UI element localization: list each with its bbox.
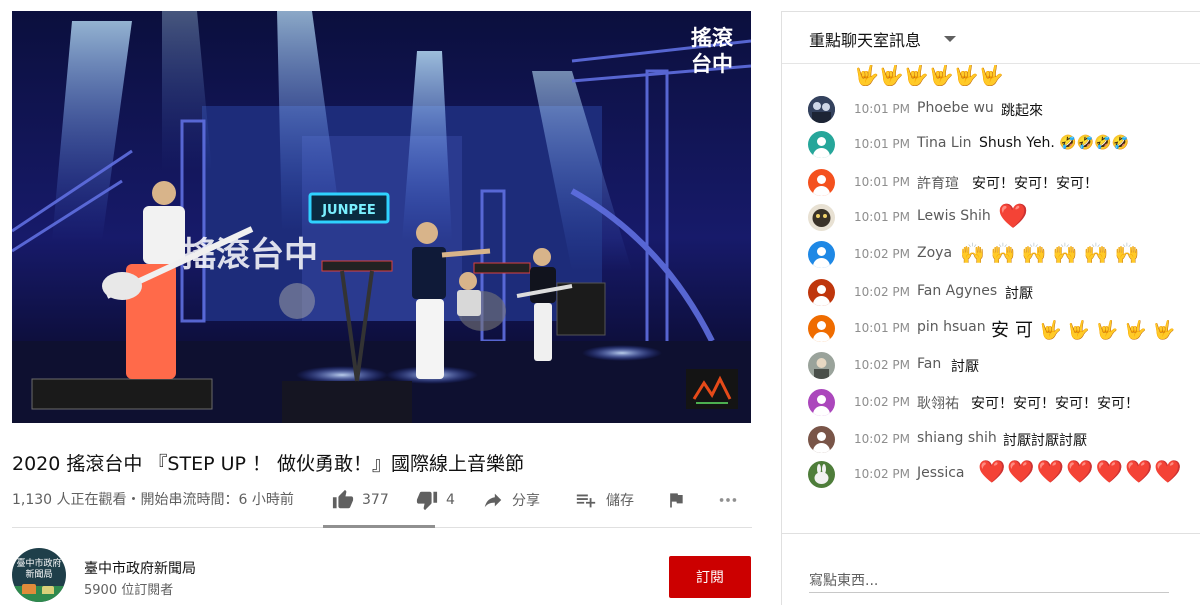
chat-author[interactable]: Lewis Shih <box>917 208 991 224</box>
chat-author[interactable]: 許育瑄 <box>917 173 959 193</box>
chat-avatar <box>808 241 835 268</box>
chat-author[interactable]: Phoebe wu <box>917 100 994 116</box>
chat-timestamp: 10:02 PM <box>854 247 910 261</box>
chat-avatar <box>808 96 835 123</box>
video-player[interactable]: JUNPEE 搖滾台中 搖滾 台中 <box>12 11 751 423</box>
chat-author[interactable]: shiang shih <box>917 430 997 446</box>
concert-stage-frame: JUNPEE 搖滾台中 搖滾 台中 <box>12 11 751 423</box>
city-government-logo <box>686 369 738 409</box>
channel-avatar-text-line1: 臺中市政府 <box>16 559 62 569</box>
chat-author[interactable]: Tina Lin <box>917 135 971 151</box>
chat-message-text: 討厭討厭討厭 <box>1003 433 1087 449</box>
video-meta-row: 1,130 人正在觀看・開始串流時間：6 小時前 377 4 分享 儲存 <box>12 487 752 513</box>
chat-timestamp: 10:02 PM <box>854 467 910 481</box>
chat-author[interactable]: pin hsuan <box>917 319 986 335</box>
festival-logo-line1: 搖滾 <box>691 26 734 50</box>
chat-message-text: 討厭 <box>951 359 979 375</box>
chat-message-text: 安可！安可！安可！ <box>972 176 1098 192</box>
dislike-count: 4 <box>446 492 455 508</box>
festival-logo-line2: 台中 <box>691 52 733 76</box>
channel-name[interactable]: 臺中市政府新聞局 <box>84 558 196 578</box>
chat-author[interactable]: Jessica <box>917 465 965 481</box>
share-button[interactable]: 分享 <box>482 487 540 513</box>
chat-message-text: 安可🤟🤟🤟🤟🤟 <box>991 320 1182 341</box>
chat-timestamp: 10:02 PM <box>854 285 910 299</box>
stage-sign-text: JUNPEE <box>321 203 376 218</box>
chat-author[interactable]: Fan Agynes <box>917 283 997 299</box>
chat-avatar <box>808 279 835 306</box>
chat-timestamp: 10:01 PM <box>854 102 910 116</box>
video-title: 2020 搖滾台中 『STEP UP ！ 做伙勇敢！』國際線上音樂節 <box>12 453 525 475</box>
chat-author[interactable]: Zoya <box>917 245 952 261</box>
chat-message-text: 🤟🤟🤟🤟🤟🤟 <box>854 65 1004 87</box>
save-playlist-icon <box>574 489 598 511</box>
subscriber-count: 5900 位訂閱者 <box>84 583 174 598</box>
report-button[interactable] <box>666 487 686 513</box>
chat-message-text: 🙌🙌🙌🙌🙌🙌 <box>960 241 1146 265</box>
like-ratio-bar <box>323 525 435 528</box>
chat-avatar <box>808 389 835 416</box>
chat-avatar <box>808 131 835 158</box>
chat-messages[interactable]: 🤟🤟🤟🤟🤟🤟 10:01 PM Phoebe wu 跳起來 10:01 PM T… <box>782 65 1200 533</box>
like-icon <box>332 489 354 511</box>
chat-avatar <box>808 426 835 453</box>
channel-avatar[interactable]: 臺中市政府 新聞局 <box>12 548 66 602</box>
chat-author[interactable]: Fan <box>917 356 941 372</box>
share-label: 分享 <box>512 493 540 509</box>
chat-avatar <box>808 352 835 379</box>
chat-timestamp: 10:02 PM <box>854 395 910 409</box>
save-button[interactable]: 儲存 <box>574 487 634 513</box>
dislike-button[interactable]: 4 <box>416 487 455 513</box>
chat-author[interactable]: 耿翎祐 <box>917 393 959 413</box>
like-button[interactable]: 377 <box>332 487 389 513</box>
chat-mode-label[interactable]: 重點聊天室訊息 <box>809 27 921 51</box>
chat-timestamp: 10:01 PM <box>854 175 910 189</box>
chat-avatar <box>808 461 835 488</box>
chat-header[interactable]: 重點聊天室訊息 <box>782 12 1200 64</box>
chat-message-text: ❤️ <box>998 202 1028 230</box>
save-label: 儲存 <box>606 493 634 509</box>
flag-icon <box>666 489 686 511</box>
chat-message-text: 安可！安可！安可！安可！ <box>971 396 1139 412</box>
subscribe-button[interactable]: 訂閱 <box>669 556 751 598</box>
dislike-icon <box>416 489 438 511</box>
chat-timestamp: 10:01 PM <box>854 137 910 151</box>
channel-avatar-text-line2: 新聞局 <box>25 570 53 580</box>
like-count: 377 <box>362 492 389 508</box>
chat-avatar <box>808 204 835 231</box>
chat-avatar <box>808 315 835 342</box>
chat-timestamp: 10:01 PM <box>854 210 910 224</box>
chat-dropdown-caret-icon[interactable] <box>944 36 956 42</box>
chat-message-text: 跳起來 <box>1001 103 1043 119</box>
chat-message-text: Shush Yeh. 🤣🤣🤣🤣 <box>979 135 1130 151</box>
chat-message-text: ❤️❤️❤️❤️❤️❤️❤️ <box>978 460 1184 485</box>
chat-input-divider <box>782 533 1200 534</box>
avatar-landscape <box>12 586 66 602</box>
chat-timestamp: 10:02 PM <box>854 432 910 446</box>
chat-timestamp: 10:01 PM <box>854 321 910 335</box>
viewers-and-stream-time: 1,130 人正在觀看・開始串流時間：6 小時前 <box>12 492 294 508</box>
share-icon <box>482 489 504 511</box>
chat-timestamp: 10:02 PM <box>854 358 910 372</box>
chat-avatar <box>808 169 835 196</box>
live-chat-panel: 重點聊天室訊息 🤟🤟🤟🤟🤟🤟 10:01 PM Phoebe wu 跳起來 10… <box>781 11 1200 605</box>
more-icon <box>716 489 740 511</box>
chat-message-input[interactable] <box>809 569 1169 593</box>
more-actions-button[interactable] <box>716 487 740 513</box>
chat-message-text: 討厭 <box>1005 286 1033 302</box>
